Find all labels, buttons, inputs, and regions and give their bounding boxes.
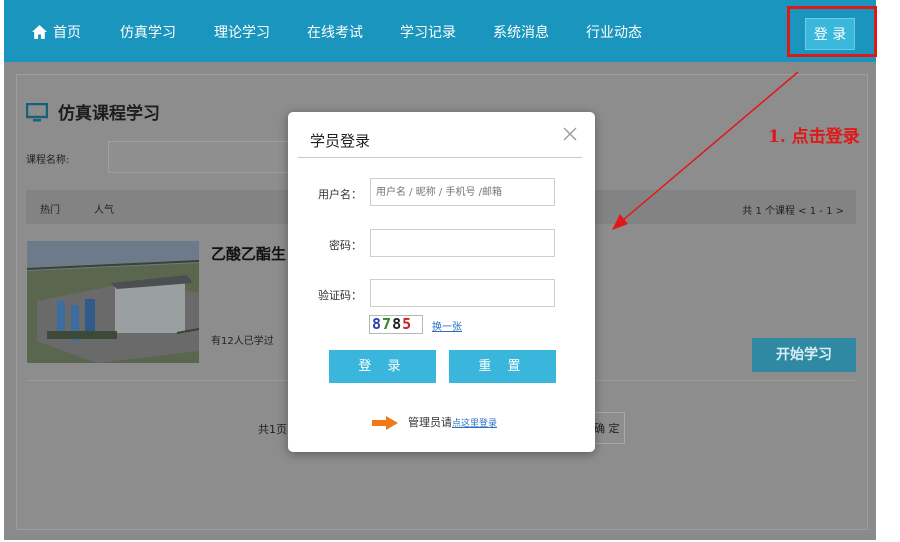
annotation-click-login: 1. 点击登录	[768, 127, 860, 147]
course-count-summary: 共 1 个课程 < 1 - 1 >	[742, 206, 844, 217]
home-icon	[32, 24, 47, 39]
captcha-char: 8	[392, 315, 403, 333]
nav-item-exam[interactable]: 在线考试	[307, 0, 363, 62]
dialog-login-button[interactable]: 登 录	[329, 350, 436, 383]
monitor-icon	[26, 102, 48, 121]
password-input[interactable]	[370, 229, 555, 257]
captcha-input[interactable]	[370, 279, 555, 307]
arrow-right-icon	[372, 416, 398, 430]
admin-login-row: 管理员请点这里登录	[372, 414, 497, 430]
refresh-captcha-link[interactable]: 换一张	[432, 318, 462, 333]
captcha-char: 7	[382, 315, 393, 333]
username-input[interactable]	[370, 178, 555, 206]
nav-item-label: 首页	[53, 25, 81, 41]
dialog-reset-button[interactable]: 重 置	[449, 350, 556, 383]
page-title-text: 仿真课程学习	[58, 104, 160, 124]
admin-login-link[interactable]: 点这里登录	[452, 419, 497, 429]
nav-item-theory[interactable]: 理论学习	[214, 0, 270, 62]
course-name-input[interactable]	[108, 141, 298, 173]
page-title: 仿真课程学习	[26, 99, 160, 124]
sort-popular[interactable]: 人气	[94, 201, 114, 216]
nav-item-messages[interactable]: 系统消息	[493, 0, 549, 62]
nav-item-home[interactable]: 首页	[32, 0, 81, 62]
sort-hot[interactable]: 热门	[40, 201, 60, 216]
username-label: 用户名：	[318, 188, 362, 201]
top-navigation-bar: 首页 仿真学习 理论学习 在线考试 学习记录 系统消息 行业动态	[4, 0, 876, 62]
student-login-dialog: 学员登录 用户名： 密码： 验证码： 8785 换一张 登 录 重 置 管理员请…	[288, 112, 595, 452]
course-thumbnail-image	[27, 241, 199, 363]
nav-item-simulation[interactable]: 仿真学习	[120, 0, 176, 62]
highlight-box	[787, 6, 877, 57]
course-thumbnail[interactable]	[27, 241, 199, 363]
admin-prefix-text: 管理员请	[408, 416, 452, 429]
start-learning-button[interactable]: 开始学习	[752, 338, 856, 372]
captcha-image[interactable]: 8785	[369, 315, 423, 334]
captcha-char: 5	[402, 315, 413, 333]
course-learner-count: 有12人已学过	[211, 336, 274, 347]
captcha-char: 8	[372, 315, 383, 333]
course-name-label: 课程名称:	[26, 155, 70, 166]
nav-item-news[interactable]: 行业动态	[586, 0, 642, 62]
close-icon[interactable]	[562, 126, 578, 142]
course-title[interactable]: 乙酸乙酯生	[211, 243, 286, 264]
pager-total-pages: 共1页	[258, 423, 287, 436]
nav-item-records[interactable]: 学习记录	[400, 0, 456, 62]
dialog-title: 学员登录	[310, 132, 371, 150]
password-label: 密码：	[329, 239, 362, 252]
dialog-header-divider	[298, 157, 582, 158]
captcha-label: 验证码：	[318, 289, 362, 302]
